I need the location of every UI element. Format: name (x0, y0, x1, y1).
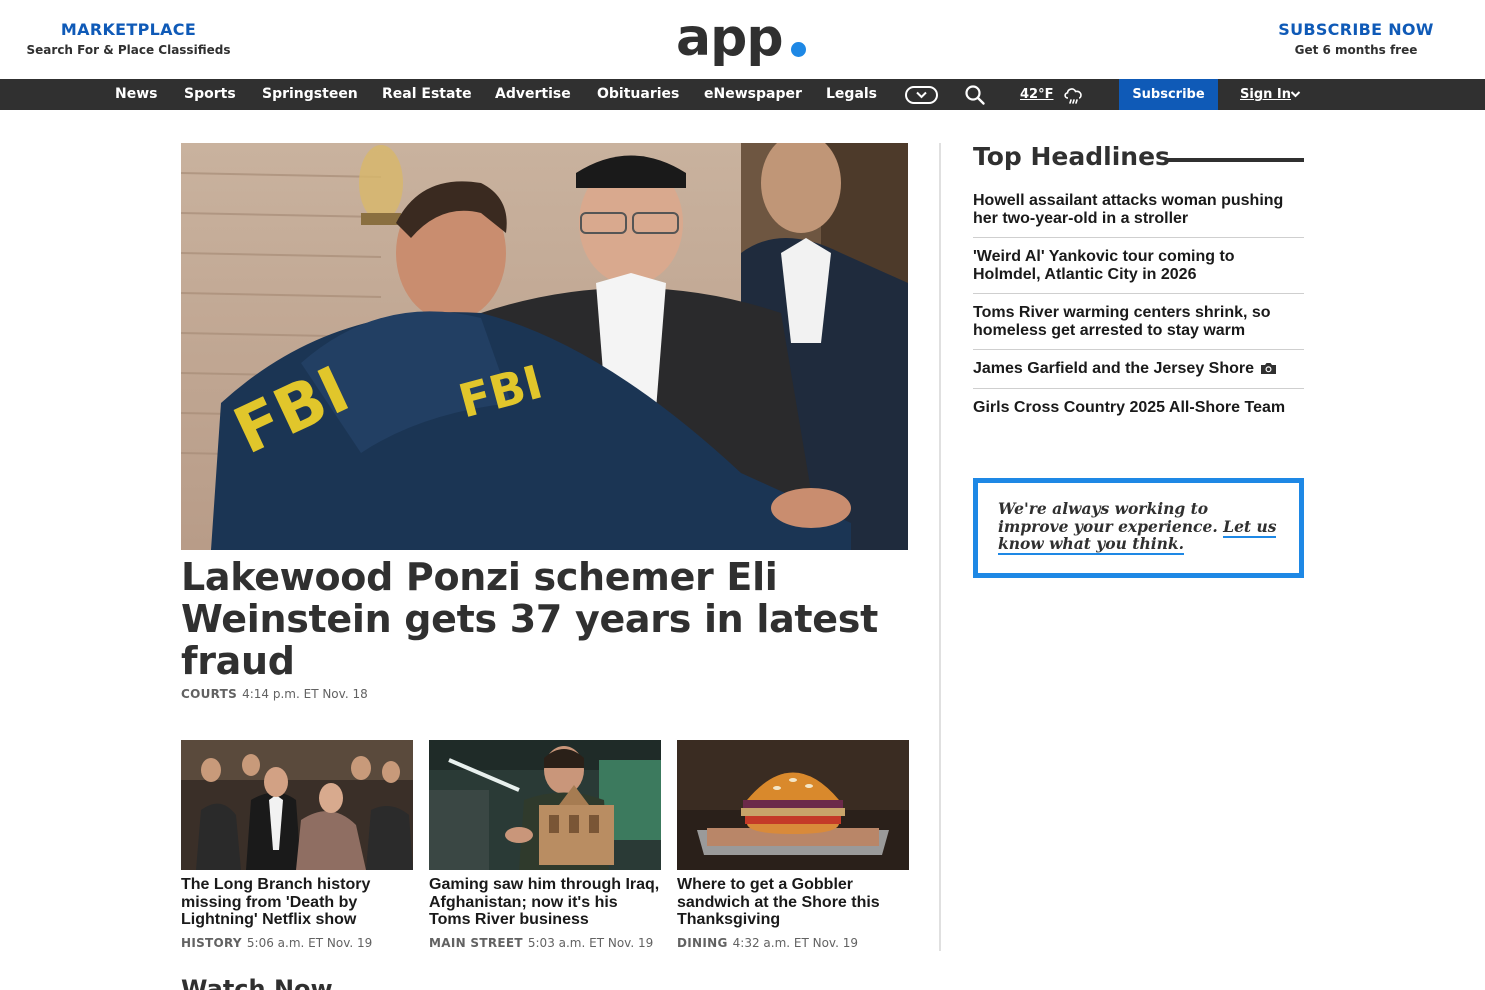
watch-now-heading: Watch Now (181, 975, 333, 990)
top-headlines-list: Howell assailant attacks woman pushing h… (973, 182, 1304, 427)
feedback-message: We're always working to improve your exp… (998, 499, 1218, 536)
rain-cloud-icon[interactable] (1062, 84, 1086, 106)
subscribe-now-subtitle: Get 6 months free (1294, 43, 1418, 57)
nav-item-real-estate[interactable]: Real Estate (382, 79, 472, 110)
headline-item-photo[interactable]: James Garfield and the Jersey Shore (973, 350, 1304, 389)
search-icon (965, 85, 985, 105)
search-button[interactable] (964, 84, 986, 106)
hero-meta: COURTS 4:14 p.m. ET Nov. 18 (181, 687, 368, 701)
logo-dot-icon (791, 42, 806, 57)
top-headlines-title: Top Headlines (973, 142, 1170, 171)
hero-headline[interactable]: Lakewood Ponzi schemer Eli Weinstein get… (181, 556, 908, 682)
story-meta: DINING 4:32 a.m. ET Nov. 19 (677, 936, 858, 950)
headline-text: James Garfield and the Jersey Shore (973, 360, 1255, 377)
story-meta: MAIN STREET 5:03 a.m. ET Nov. 19 (429, 936, 653, 950)
subscribe-now-link[interactable]: SUBSCRIBE NOW Get 6 months free (1230, 20, 1482, 57)
nav-item-obituaries[interactable]: Obituaries (597, 79, 679, 110)
story-thumbnail[interactable] (429, 740, 661, 870)
marketplace-link[interactable]: MARKETPLACE Search For & Place Classifie… (0, 20, 257, 57)
story-category[interactable]: MAIN STREET (429, 936, 523, 950)
story-category[interactable]: DINING (677, 936, 728, 950)
site-logo[interactable]: app (676, 6, 811, 70)
story-card-dining[interactable]: Where to get a Gobbler sandwich at the S… (677, 740, 909, 950)
column-divider (939, 143, 941, 951)
logo-text: app (676, 8, 784, 68)
top-headlines-rule (1166, 158, 1304, 162)
more-menu-button[interactable] (905, 86, 938, 104)
nav-item-sports[interactable]: Sports (184, 79, 236, 110)
story-timestamp: 4:32 a.m. ET Nov. 19 (732, 936, 859, 950)
nav-item-enewspaper[interactable]: eNewspaper (704, 79, 802, 110)
headline-item[interactable]: 'Weird Al' Yankovic tour coming to Holmd… (973, 238, 1304, 294)
marketplace-title: MARKETPLACE (60, 20, 197, 39)
hero-timestamp: 4:14 p.m. ET Nov. 18 (242, 687, 368, 701)
hero-category[interactable]: COURTS (181, 687, 237, 701)
feedback-box: We're always working to improve your exp… (973, 478, 1304, 578)
story-timestamp: 5:06 a.m. ET Nov. 19 (246, 936, 373, 950)
site-header: MARKETPLACE Search For & Place Classifie… (0, 0, 1485, 79)
story-timestamp: 5:03 a.m. ET Nov. 19 (527, 936, 654, 950)
main-nav: News Sports Springsteen Real Estate Adve… (0, 79, 1485, 110)
story-category[interactable]: HISTORY (181, 936, 242, 950)
weather-temperature[interactable]: 42°F (1020, 79, 1053, 110)
feedback-text: We're always working to improve your exp… (998, 499, 1279, 555)
story-headline[interactable]: The Long Branch history missing from 'De… (181, 876, 413, 929)
sign-in-link[interactable]: Sign In (1240, 79, 1291, 110)
subscribe-button[interactable]: Subscribe (1119, 79, 1218, 110)
nav-item-advertise[interactable]: Advertise (495, 79, 571, 110)
story-meta: HISTORY 5:06 a.m. ET Nov. 19 (181, 936, 372, 950)
camera-icon (1261, 363, 1277, 375)
chevron-down-icon[interactable] (1290, 89, 1301, 99)
headline-item[interactable]: Howell assailant attacks woman pushing h… (973, 182, 1304, 238)
story-card-main-street[interactable]: Gaming saw him through Iraq, Afghanistan… (429, 740, 661, 950)
story-thumbnail[interactable] (677, 740, 909, 870)
nav-item-news[interactable]: News (115, 79, 157, 110)
story-thumbnail[interactable] (181, 740, 413, 870)
nav-item-springsteen[interactable]: Springsteen (262, 79, 358, 110)
headline-item[interactable]: Girls Cross Country 2025 All-Shore Team (973, 389, 1304, 427)
story-headline[interactable]: Gaming saw him through Iraq, Afghanistan… (429, 876, 661, 929)
hero-image[interactable]: FBI FBI (181, 143, 908, 550)
nav-item-legals[interactable]: Legals (826, 79, 877, 110)
marketplace-subtitle: Search For & Place Classifieds (26, 43, 231, 57)
headline-item[interactable]: Toms River warming centers shrink, so ho… (973, 294, 1304, 350)
story-headline[interactable]: Where to get a Gobbler sandwich at the S… (677, 876, 909, 929)
subscribe-now-title: SUBSCRIBE NOW (1278, 20, 1434, 39)
story-card-history[interactable]: The Long Branch history missing from 'De… (181, 740, 413, 950)
chevron-down-icon (916, 91, 927, 99)
